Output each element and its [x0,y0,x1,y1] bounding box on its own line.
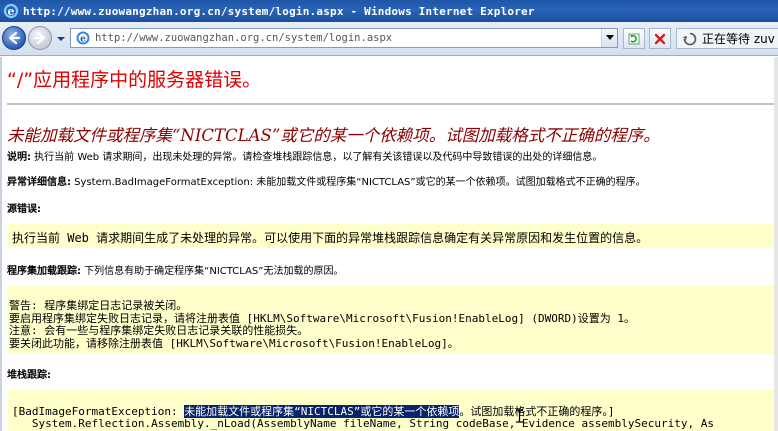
stop-button[interactable] [649,28,671,49]
chevron-down-icon [605,35,614,40]
internet-explorer-icon: e [3,3,19,19]
loading-status: 正在等待 zuv [676,28,778,49]
assembly-trace-text: 下列信息有助于确定程序集“NICTCLAS”无法加载的原因。 [81,266,344,277]
exception-text: System.BadImageFormatException: 未能加载文件或程… [71,177,646,188]
svg-text:e: e [8,5,15,18]
trace-line: 警告: 程序集绑定日志记录被关闭。 [9,299,188,312]
refresh-button[interactable] [623,28,645,49]
description-text: 执行当前 Web 请求期间，出现未处理的异常。请检查堆栈跟踪信息，以了解有关该错… [31,152,603,163]
description-label: 说明: [7,152,31,163]
forward-arrow-icon [33,31,46,45]
back-arrow-icon [8,31,21,45]
stack-trace-line: 堆栈跟踪: [7,366,51,381]
page-title: “/”应用程序中的服务器错误。 [7,69,262,91]
assembly-trace-line: 程序集加载跟踪: 下列信息有助于确定程序集“NICTCLAS”无法加载的原因。 [7,262,343,277]
trace-line: 要启用程序集绑定失败日志记录，请将注册表值 [HKLM\Software\Mic… [9,311,635,325]
vertical-scrollbar[interactable] [774,57,778,431]
window-title: http://www.zuowangzhan.org.cn/system/log… [23,4,535,18]
back-button[interactable] [2,26,26,50]
loading-status-text: 正在等待 zuv [702,32,775,46]
source-error-box: 执行当前 Web 请求期间生成了未处理的异常。可以使用下面的异常堆栈跟踪信息确定… [7,224,774,248]
history-dropdown-icon[interactable] [56,34,66,44]
divider [7,103,774,105]
error-subtitle: 未能加载文件或程序集“NICTCLAS”或它的某一个依赖项。试图加载格式不正确的… [7,126,660,145]
text-cursor-icon [516,409,523,423]
source-error-text: 执行当前 Web 请求期间生成了未处理的异常。可以使用下面的异常堆栈跟踪信息确定… [12,231,649,245]
page-icon: e [76,31,90,45]
forward-button[interactable] [28,26,52,50]
loading-spinner-icon [683,32,697,45]
navigation-bar: e http://www.zuowangzhan.org.cn/system/l… [0,22,778,56]
assembly-trace-box: 警告: 程序集绑定日志记录被关闭。 要启用程序集绑定失败日志记录，请将注册表值 … [7,286,774,354]
address-bar[interactable]: e http://www.zuowangzhan.org.cn/system/l… [70,28,618,48]
trace-line: 要关闭此功能，请移除注册表值 [HKLM\Software\Microsoft\… [9,336,459,350]
refresh-icon [628,33,640,44]
stack-trace-line-2: System.Reflection.Assembly._nLoad(Assemb… [12,417,714,430]
address-url[interactable]: http://www.zuowangzhan.org.cn/system/log… [95,32,392,44]
address-dropdown-button[interactable] [601,29,617,47]
trace-line: 注意: 会有一些与程序集绑定失败日志记录关联的性能损失。 [9,324,309,337]
exception-details-line: 异常详细信息: System.BadImageFormatException: … [7,173,646,188]
stop-icon [654,33,666,44]
assembly-trace-label: 程序集加载跟踪: [7,266,81,277]
description-line: 说明: 执行当前 Web 请求期间，出现未处理的异常。请检查堆栈跟踪信息，以了解… [7,148,602,163]
stack-trace-label: 堆栈跟踪: [7,370,51,381]
source-error-label: 源错误: [7,204,41,215]
page-content: “/”应用程序中的服务器错误。 未能加载文件或程序集“NICTCLAS”或它的某… [0,57,778,431]
svg-text:e: e [80,35,86,45]
window-title-bar: e http://www.zuowangzhan.org.cn/system/l… [0,0,778,22]
stack-trace-box: [BadImageFormatException: 未能加载文件或程序集“NIC… [7,390,774,431]
exception-label: 异常详细信息: [7,177,71,188]
source-error-line: 源错误: [7,200,41,215]
